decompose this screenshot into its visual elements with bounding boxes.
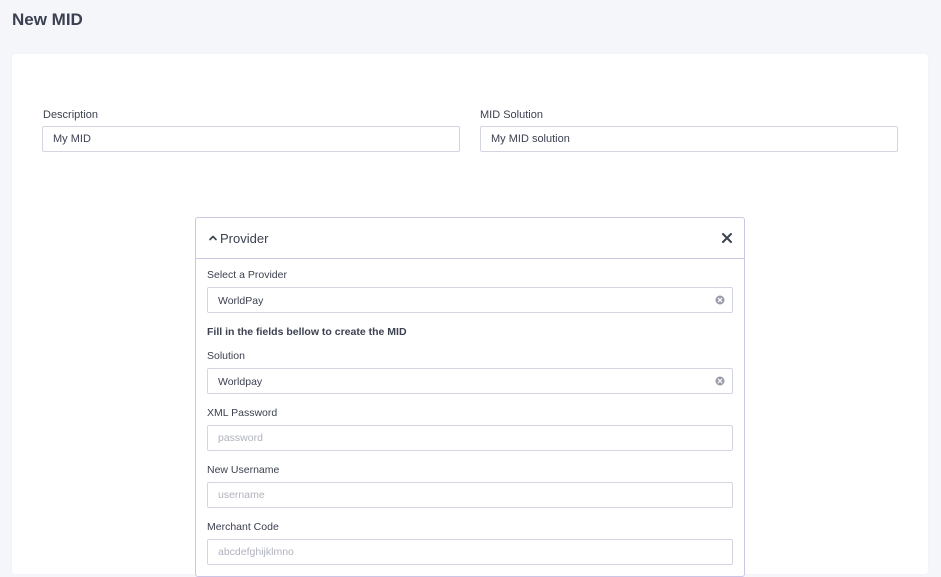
provider-panel: Provider Select a Provider WorldPay Fill… <box>195 217 745 577</box>
xml-password-input[interactable] <box>207 425 733 451</box>
xml-password-label: XML Password <box>207 407 278 419</box>
description-input[interactable] <box>42 126 460 152</box>
provider-panel-title: Provider <box>220 231 269 246</box>
mid-solution-input[interactable] <box>480 126 898 152</box>
close-icon[interactable] <box>720 231 734 245</box>
solution-select[interactable]: Worldpay <box>207 368 733 394</box>
clear-circle-icon[interactable] <box>715 376 725 386</box>
provider-panel-header[interactable]: Provider <box>196 218 744 259</box>
select-provider-label: Select a Provider <box>207 269 287 281</box>
chevron-up-icon[interactable] <box>207 232 219 244</box>
solution-select-value: Worldpay <box>218 376 263 388</box>
mid-solution-label: MID Solution <box>480 109 543 121</box>
merchant-code-input[interactable] <box>207 539 733 565</box>
new-username-label: New Username <box>207 464 280 476</box>
page-title: New MID <box>12 10 83 29</box>
merchant-code-label: Merchant Code <box>207 521 279 533</box>
new-username-input[interactable] <box>207 482 733 508</box>
solution-label: Solution <box>207 350 245 362</box>
clear-circle-icon[interactable] <box>715 295 725 305</box>
description-label: Description <box>43 109 99 121</box>
provider-select[interactable]: WorldPay <box>207 287 733 313</box>
provider-select-value: WorldPay <box>218 295 264 307</box>
instructions-text: Fill in the fields bellow to create the … <box>207 326 407 338</box>
